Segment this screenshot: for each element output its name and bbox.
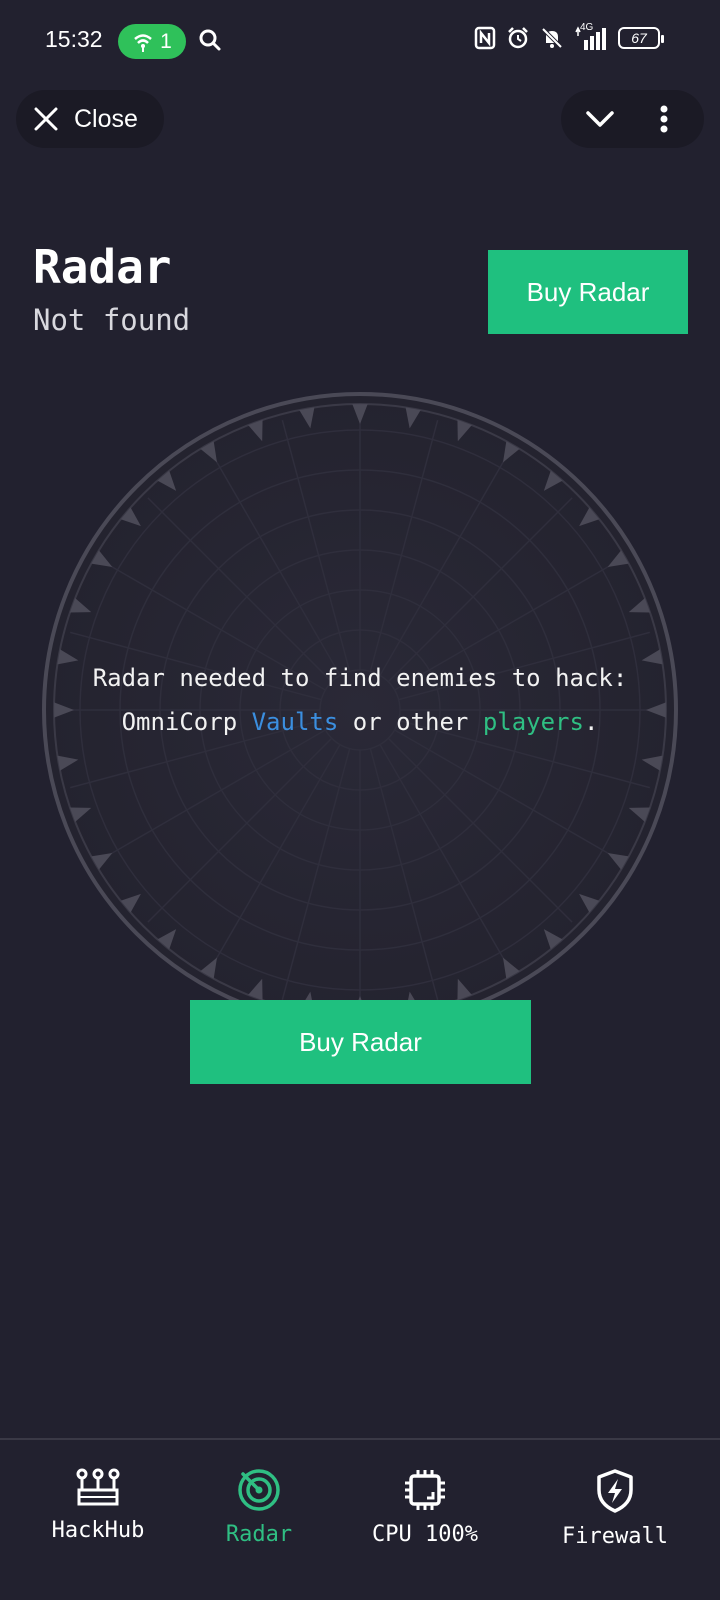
- firewall-icon: [597, 1469, 633, 1513]
- nav-label-firewall: Firewall: [562, 1524, 668, 1549]
- alarm-icon: [508, 27, 528, 49]
- close-label: Close: [74, 104, 138, 133]
- battery-icon: 67: [618, 27, 664, 49]
- page-subtitle: Not found: [33, 303, 191, 337]
- nav-label-radar: Radar: [225, 1522, 293, 1547]
- radar-message-end: .: [583, 708, 599, 736]
- menu-pill: [561, 90, 704, 148]
- battery-level: 67: [631, 30, 647, 46]
- status-time: 15:32: [45, 26, 103, 52]
- nav-label-hackhub: HackHub: [51, 1518, 145, 1543]
- mute-icon: [541, 27, 563, 49]
- vaults-link[interactable]: Vaults: [252, 708, 339, 736]
- bottom-navigation: HackHub Radar CPU 100% Firewall: [0, 1438, 720, 1600]
- hackhub-icon: [76, 1468, 120, 1506]
- nav-item-cpu[interactable]: CPU 100%: [340, 1468, 510, 1547]
- close-icon: [34, 107, 58, 131]
- hotspot-indicator: 1: [118, 24, 186, 59]
- status-bar: 15:32 1 4G 67: [0, 0, 720, 84]
- radar-message: Radar needed to find enemies to hack: Om…: [90, 656, 630, 744]
- radar-message-part2: or other: [338, 708, 483, 736]
- chevron-down-icon[interactable]: [585, 107, 615, 131]
- close-button[interactable]: Close: [16, 90, 164, 148]
- page-title: Radar: [33, 240, 172, 294]
- signal-icon: [575, 26, 606, 50]
- buy-radar-button[interactable]: Buy Radar: [190, 1000, 531, 1084]
- radar-icon: [238, 1469, 280, 1511]
- nav-label-cpu: CPU 100%: [372, 1522, 478, 1547]
- signal-indicator: 4G: [574, 22, 608, 50]
- nfc-icon: [474, 26, 496, 50]
- more-options-icon[interactable]: [659, 105, 669, 133]
- buy-radar-button-top[interactable]: Buy Radar: [488, 250, 688, 334]
- cpu-icon: [405, 1470, 445, 1510]
- nav-item-radar[interactable]: Radar: [174, 1468, 344, 1547]
- search-icon: [199, 29, 221, 51]
- hotspot-count: 1: [160, 29, 172, 53]
- hotspot-icon: [134, 33, 152, 52]
- nav-item-hackhub[interactable]: HackHub: [13, 1468, 183, 1543]
- players-link[interactable]: players: [483, 708, 584, 736]
- nav-item-firewall[interactable]: Firewall: [530, 1468, 700, 1549]
- status-icons: 4G 67: [474, 22, 664, 50]
